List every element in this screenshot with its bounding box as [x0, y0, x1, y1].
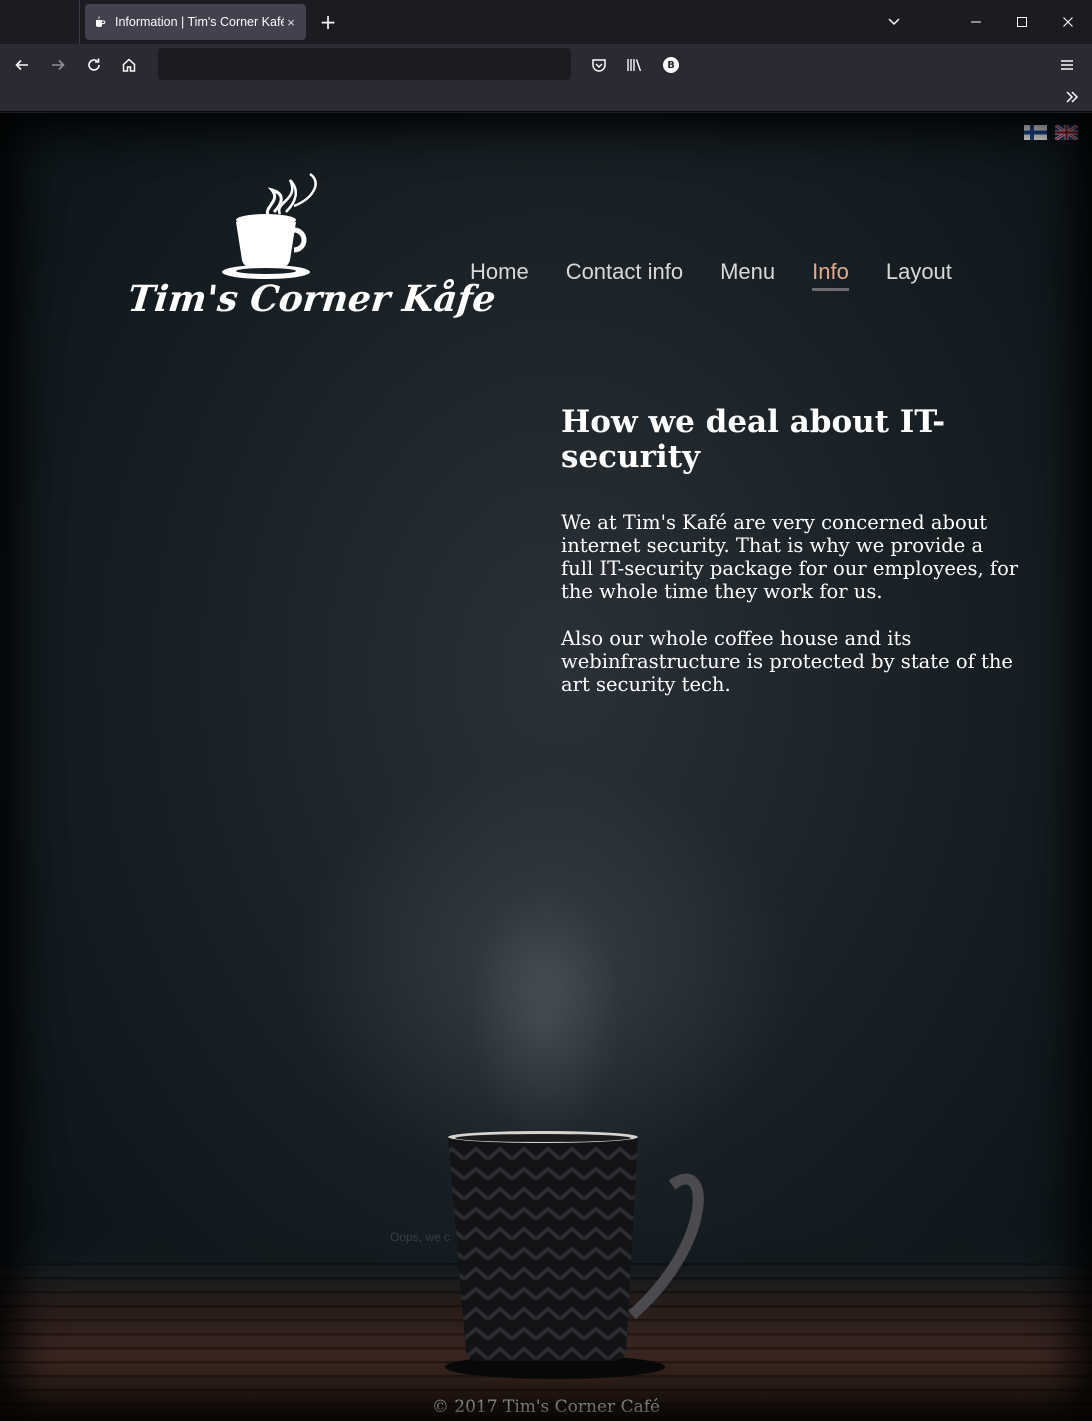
uk-flag-icon[interactable] [1055, 125, 1078, 140]
nav-menu[interactable]: Menu [720, 259, 775, 285]
home-icon[interactable] [116, 52, 142, 78]
nav-contact-info[interactable]: Contact info [566, 259, 683, 285]
maximize-icon[interactable] [1009, 10, 1035, 34]
tab-bar-spacer [0, 0, 80, 44]
coffee-cup-logo-icon [222, 172, 317, 279]
menu-icon[interactable] [1054, 52, 1080, 78]
bookmarks-toolbar [0, 85, 1092, 112]
tab-close-icon[interactable]: × [284, 15, 298, 30]
new-tab-button[interactable]: + [316, 10, 340, 34]
language-switcher [1024, 125, 1078, 140]
chevron-down-icon[interactable] [882, 10, 906, 34]
browser-tab[interactable]: Information | Tim's Corner Kafé × [85, 4, 306, 40]
coffee-mug-image [445, 1131, 704, 1379]
page-footer: © 2017 Tim's Corner Café [431, 1397, 661, 1417]
address-bar[interactable] [158, 48, 571, 80]
coffee-favicon-icon [93, 15, 107, 29]
site-logo[interactable]: Tim's Corner Kåfe [120, 168, 498, 338]
finnish-flag-icon[interactable] [1024, 125, 1047, 140]
info-article: How we deal about IT-security We at Tim'… [561, 405, 1021, 720]
minimize-icon[interactable] [963, 10, 989, 34]
nav-info[interactable]: Info [812, 259, 849, 291]
back-icon[interactable] [9, 52, 35, 78]
tab-title: Information | Tim's Corner Kafé [115, 15, 284, 29]
tab-bar: Information | Tim's Corner Kafé × + [0, 0, 1092, 44]
overflow-icon[interactable] [1064, 87, 1080, 112]
pocket-icon[interactable] [586, 52, 612, 78]
main-navigation: Home Contact info Menu Info Layout [470, 259, 989, 291]
nav-layout[interactable]: Layout [886, 259, 952, 285]
extension-icon[interactable]: B [658, 52, 684, 78]
library-icon[interactable] [622, 52, 648, 78]
forward-icon[interactable] [45, 52, 71, 78]
paragraph-employees: We at Tim's Kafé are very concerned abou… [561, 511, 1019, 603]
reload-icon[interactable] [81, 52, 107, 78]
close-icon[interactable] [1055, 10, 1081, 34]
extension-badge: B [663, 57, 679, 73]
page-viewport: Tim's Corner Kåfe Home Contact info Menu… [0, 113, 1092, 1421]
page-title: How we deal about IT-security [561, 404, 946, 475]
steam-glow [420, 833, 670, 1163]
paragraph-infrastructure: Also our whole coffee house and its webi… [561, 627, 1013, 696]
logo-wordmark: Tim's Corner Kåfe [125, 278, 498, 320]
nav-home[interactable]: Home [470, 259, 529, 285]
